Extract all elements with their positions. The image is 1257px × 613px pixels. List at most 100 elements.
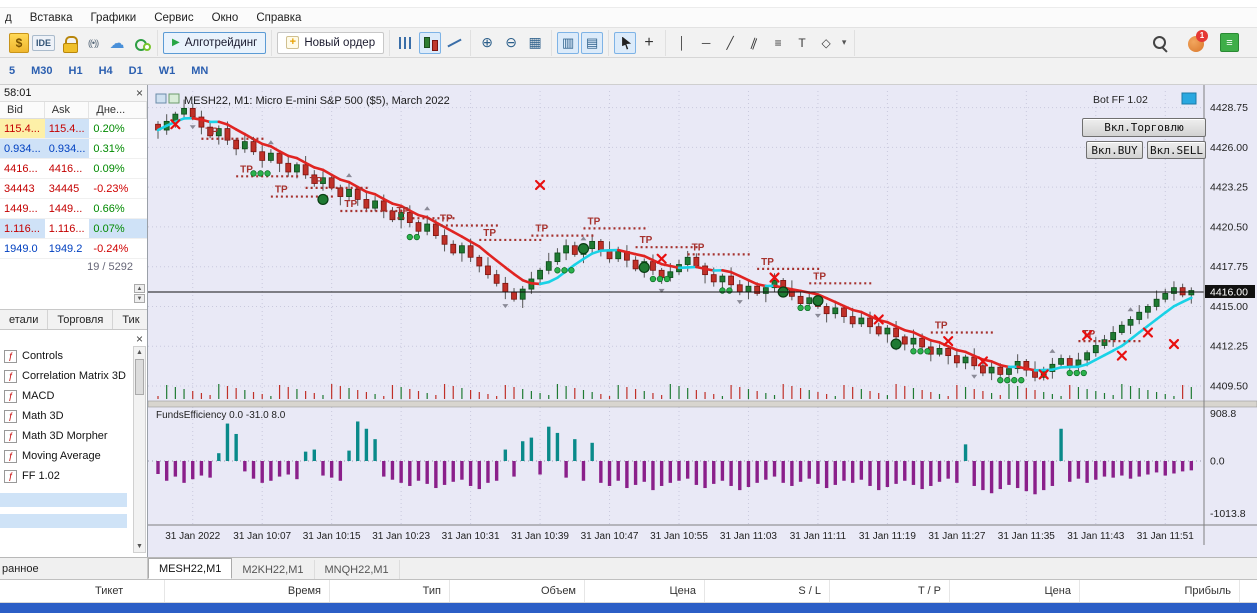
menu-item-Вставка[interactable]: Вставка xyxy=(30,12,73,24)
menu-item-Графики[interactable]: Графики xyxy=(90,12,136,24)
menu-item-Сервис[interactable]: Сервис xyxy=(154,12,193,24)
trade-column-Тикет[interactable]: Тикет xyxy=(0,580,165,602)
market-watch-row[interactable]: 115.4... 115.4... 0.20% xyxy=(0,119,147,139)
trade-column-Прибыль[interactable]: Прибыль xyxy=(1080,580,1240,602)
market-watch-row[interactable]: 1.116... 1.116... 0.07% xyxy=(0,219,148,239)
svg-text:-1013.8: -1013.8 xyxy=(1210,508,1246,520)
navigator-selected-row[interactable] xyxy=(0,514,127,528)
scroll-up-icon[interactable]: ▲ xyxy=(134,284,145,293)
indicator-window-left-icon[interactable]: ▥ xyxy=(557,31,580,54)
tab-етали[interactable]: етали xyxy=(0,310,49,329)
timeframe-MN[interactable]: MN xyxy=(184,62,215,80)
ask-cell: 115.4... xyxy=(44,119,90,138)
enable-sell-button[interactable]: Вкл.SELL xyxy=(1147,141,1206,159)
navigator-item-Correlation Matrix 3D[interactable]: ƒ Correlation Matrix 3D xyxy=(0,366,147,386)
column-header-Дне...[interactable]: Дне... xyxy=(89,102,147,118)
navigator-item-Math 3D Morpher[interactable]: ƒ Math 3D Morpher xyxy=(0,426,147,446)
market-watch-icon[interactable]: $ xyxy=(9,32,29,53)
shapes-icon[interactable]: ◇ xyxy=(815,32,837,54)
timeframe-H4[interactable]: H4 xyxy=(92,62,120,80)
navigator-item-Math 3D[interactable]: ƒ Math 3D xyxy=(0,406,147,426)
navigator-item-Moving Average[interactable]: ƒ Moving Average xyxy=(0,446,147,466)
navigator-scrollbar[interactable]: ▲ ▼ xyxy=(133,346,146,553)
navigator-item-Controls[interactable]: ƒ Controls xyxy=(0,346,147,366)
algo-trading-button[interactable]: ▶ Алготрейдинг xyxy=(163,31,267,54)
timeframe-D1[interactable]: D1 xyxy=(122,62,150,80)
trade-column-S / L[interactable]: S / L xyxy=(705,580,830,602)
zoom-out-icon[interactable]: ⊖ xyxy=(500,32,522,54)
market-watch-row[interactable]: 1949.0 1949.2 -0.24% xyxy=(0,239,147,259)
svg-text:TP: TP xyxy=(483,228,496,239)
notification-icon[interactable]: 1 xyxy=(1184,29,1208,54)
channel-icon[interactable]: ∥ xyxy=(743,32,765,54)
signal-icon[interactable]: ((•)) xyxy=(82,32,104,54)
timeframe-W1[interactable]: W1 xyxy=(152,62,183,80)
market-watch-row[interactable]: 1449... 1449... 0.66% xyxy=(0,199,147,219)
bar-chart-icon[interactable] xyxy=(395,32,417,54)
svg-text:4416.00: 4416.00 xyxy=(1210,286,1248,298)
bid-cell: 1949.0 xyxy=(4,243,38,255)
crosshair-icon[interactable]: + xyxy=(638,32,660,54)
scroll-up-icon[interactable]: ▲ xyxy=(134,347,145,358)
market-watch-row[interactable]: 4416... 4416... 0.09% xyxy=(0,159,147,179)
scrollbar-thumb[interactable] xyxy=(135,359,144,395)
community-icon[interactable] xyxy=(130,32,152,54)
timeframe-M30[interactable]: M30 xyxy=(24,62,59,80)
trade-column-Время[interactable]: Время xyxy=(165,580,330,602)
column-header-Bid[interactable]: Bid xyxy=(0,102,45,118)
change-cell: 0.20% xyxy=(93,123,125,135)
enable-buy-button[interactable]: Вкл.BUY xyxy=(1086,141,1143,159)
new-order-button[interactable]: + Новый ордер xyxy=(277,31,385,54)
trade-column-Тип[interactable]: Тип xyxy=(330,580,450,602)
scroll-down-icon[interactable]: ▼ xyxy=(134,541,145,552)
chart-tab-MNQH22,M1[interactable]: MNQH22,M1 xyxy=(315,560,400,579)
trade-column-T / P[interactable]: T / P xyxy=(830,580,950,602)
close-icon[interactable]: × xyxy=(136,86,143,100)
navigator-item-MACD[interactable]: ƒ MACD xyxy=(0,386,147,406)
timeframe-5[interactable]: 5 xyxy=(2,62,22,80)
dropdown-arrow-icon[interactable]: ▾ xyxy=(839,32,849,54)
trade-column-Цена[interactable]: Цена xyxy=(950,580,1080,602)
cloud-icon[interactable]: ☁ xyxy=(106,32,128,54)
lock-icon[interactable] xyxy=(58,32,80,54)
line-chart-icon[interactable] xyxy=(443,32,465,54)
vertical-line-icon[interactable]: │ xyxy=(671,32,693,54)
candle-chart-icon[interactable] xyxy=(419,31,442,54)
metaeditor-ide-icon[interactable]: IDE xyxy=(31,32,56,54)
tab-Торговля[interactable]: Торговля xyxy=(48,310,114,329)
close-icon[interactable]: × xyxy=(136,332,143,346)
navigator-item-FF 1.02[interactable]: ƒ FF 1.02 xyxy=(0,466,147,486)
tab-Тик[interactable]: Тик xyxy=(113,310,150,329)
levels-icon[interactable]: ≡ xyxy=(1220,33,1239,52)
chart-tab-M2KH22,M1[interactable]: M2KH22,M1 xyxy=(232,560,315,579)
timeframe-H1[interactable]: H1 xyxy=(62,62,90,80)
trade-column-Объем[interactable]: Объем xyxy=(450,580,585,602)
search-icon[interactable] xyxy=(1148,32,1170,54)
horizontal-line-icon[interactable]: ─ xyxy=(695,32,717,54)
fibonacci-icon[interactable]: ≡ xyxy=(767,32,789,54)
svg-text:31 Jan 10:55: 31 Jan 10:55 xyxy=(650,531,708,542)
market-watch-row[interactable]: 0.934... 0.934... 0.31% xyxy=(0,139,147,159)
trendline-icon[interactable]: ╱ xyxy=(719,32,741,54)
cursor-icon[interactable] xyxy=(614,31,637,54)
timeframe-bar: 5 M30 H1 H4 D1 W1 MN xyxy=(0,58,1257,85)
zoom-in-icon[interactable]: ⊕ xyxy=(476,32,498,54)
svg-text:TP: TP xyxy=(310,176,323,187)
grid-icon[interactable]: ▦ xyxy=(524,32,546,54)
menu-item-Окно[interactable]: Окно xyxy=(212,12,239,24)
navigator-selected-row[interactable] xyxy=(0,493,127,507)
text-label-icon[interactable]: T xyxy=(791,32,813,54)
chart-tab-MESH22,M1[interactable]: MESH22,M1 xyxy=(148,558,233,579)
svg-text:31 Jan 10:47: 31 Jan 10:47 xyxy=(581,531,639,542)
menu-item-Справка[interactable]: Справка xyxy=(256,12,301,24)
column-header-Ask[interactable]: Ask xyxy=(45,102,90,118)
navigator-panel: × ƒ Controls ƒ Correlation Matrix 3D ƒ MACD ƒ M… xyxy=(0,330,147,557)
market-watch-column-headers: Bid Ask Дне... xyxy=(0,102,147,119)
tab-favorites[interactable]: ранное xyxy=(0,558,148,579)
menu-item-д[interactable]: д xyxy=(5,12,12,24)
scroll-down-icon[interactable]: ▼ xyxy=(134,294,145,303)
trade-column-Цена[interactable]: Цена xyxy=(585,580,705,602)
enable-trading-button[interactable]: Вкл.Торговлю xyxy=(1082,118,1206,137)
indicator-window-right-icon[interactable]: ▤ xyxy=(581,31,604,54)
market-watch-row[interactable]: 34443 34445 -0.23% xyxy=(0,179,147,199)
